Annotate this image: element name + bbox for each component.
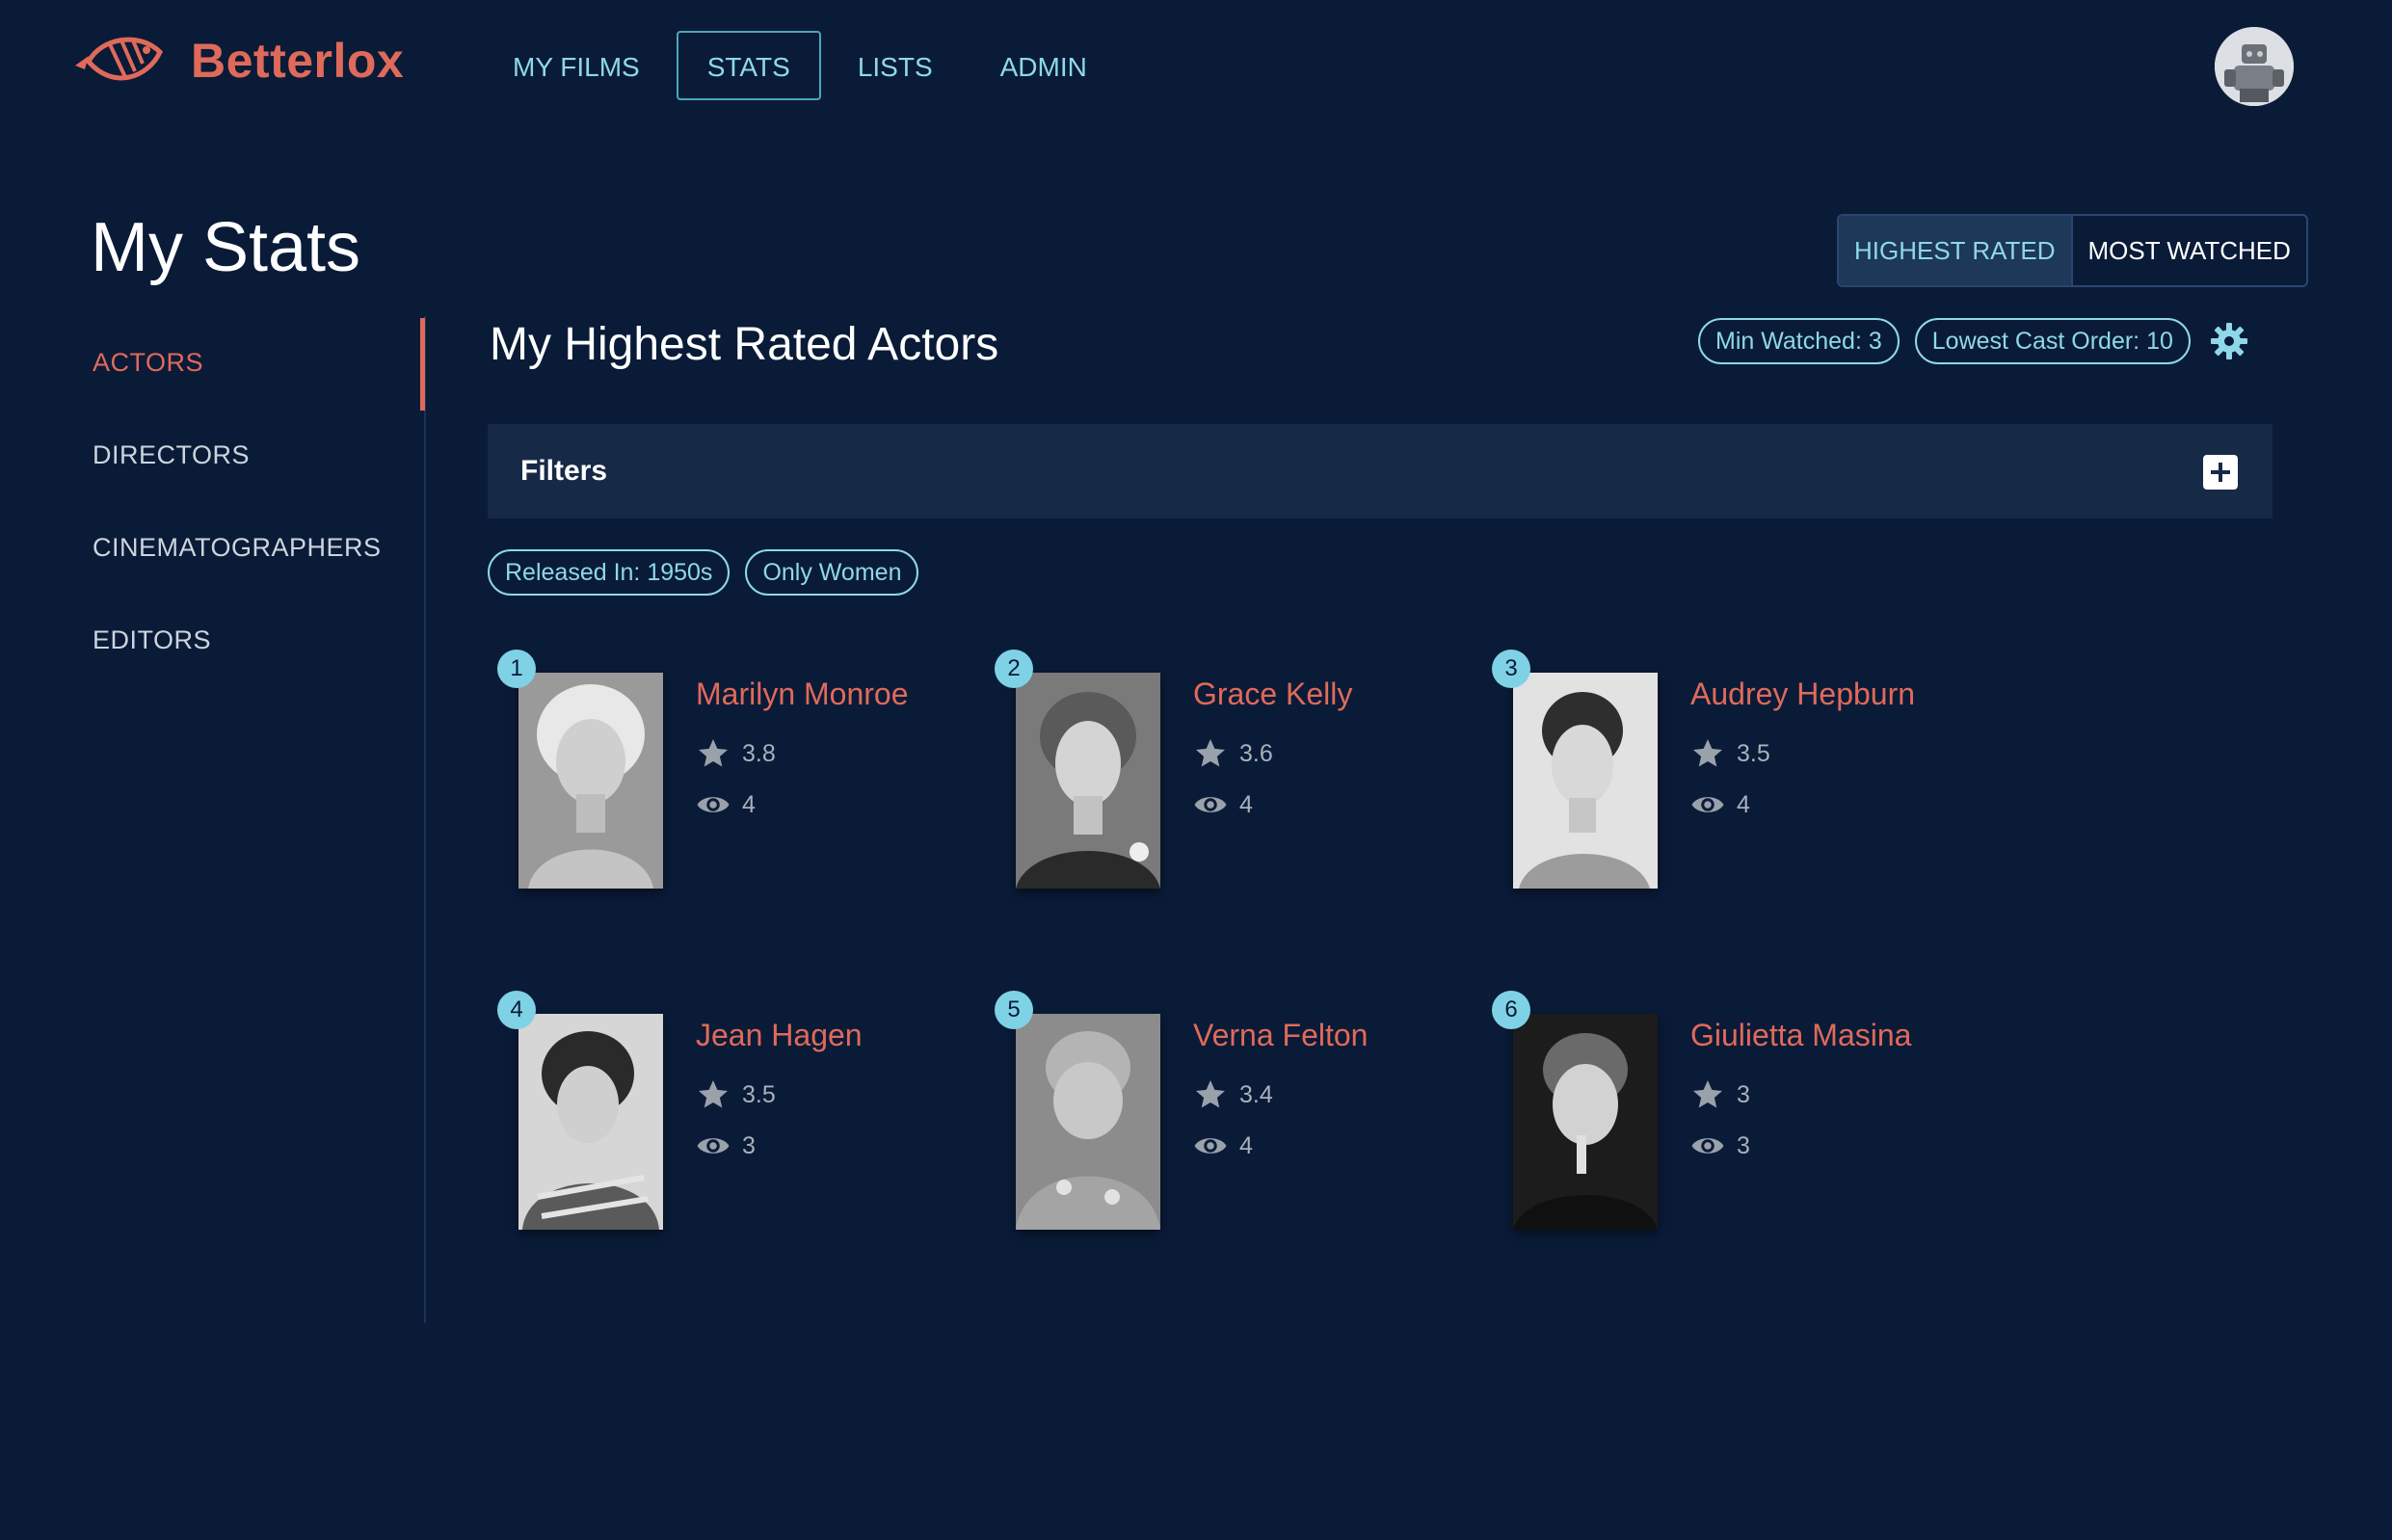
- fish-logo-icon[interactable]: [71, 27, 164, 94]
- watched-count: 4: [742, 790, 756, 818]
- actor-card[interactable]: 5 Verna Felton 3.4 4: [995, 991, 1476, 1241]
- rating-row: 3.5: [1690, 736, 1770, 771]
- rating-row: 3.5: [696, 1077, 776, 1112]
- rating-value: 3.5: [742, 1080, 776, 1108]
- watched-count: 3: [1737, 1131, 1750, 1159]
- stats-sidebar: ACTORS DIRECTORS CINEMATOGRAPHERS EDITOR…: [0, 316, 426, 686]
- actor-photo[interactable]: [1016, 673, 1160, 889]
- rating-value: 3: [1737, 1080, 1750, 1108]
- gear-icon[interactable]: [2210, 322, 2248, 360]
- eye-icon: [1194, 797, 1227, 812]
- sidebar-item-cinematographers[interactable]: CINEMATOGRAPHERS: [0, 501, 426, 594]
- watched-count: 3: [742, 1131, 756, 1159]
- active-filter-chips: Released In: 1950s Only Women: [488, 549, 934, 596]
- actor-photo[interactable]: [518, 673, 663, 889]
- only-women-chip[interactable]: Only Women: [745, 549, 919, 596]
- watched-row: 4: [1193, 1128, 1253, 1163]
- rating-row: 3: [1690, 1077, 1750, 1112]
- actor-name[interactable]: Giulietta Masina: [1690, 1018, 1911, 1053]
- actor-name[interactable]: Audrey Hepburn: [1690, 677, 1915, 712]
- top-navbar: Betterlox MY FILMS STATS LISTS ADMIN: [0, 0, 2392, 135]
- released-in-chip[interactable]: Released In: 1950s: [488, 549, 731, 596]
- watched-row: 3: [696, 1128, 756, 1163]
- filters-label: Filters: [520, 455, 608, 487]
- rating-value: 3.4: [1239, 1080, 1273, 1108]
- actor-card[interactable]: 3 Audrey Hepburn 3.5 4: [1492, 650, 1974, 900]
- nav-my-films[interactable]: MY FILMS: [482, 31, 671, 100]
- settings-chips: Min Watched: 3 Lowest Cast Order: 10: [1698, 318, 2248, 364]
- sidebar-active-indicator: [420, 318, 425, 411]
- eye-icon: [1194, 1138, 1227, 1154]
- rating-value: 3.5: [1737, 739, 1770, 767]
- actor-name[interactable]: Marilyn Monroe: [696, 677, 909, 712]
- watched-row: 4: [696, 787, 756, 822]
- star-icon: [1693, 1080, 1722, 1108]
- rating-row: 3.4: [1193, 1077, 1273, 1112]
- sidebar-divider: [424, 316, 426, 1323]
- actor-photo[interactable]: [518, 1014, 663, 1230]
- actor-card[interactable]: 4 Jean Hagen 3.5 3: [497, 991, 979, 1241]
- eye-icon: [697, 1138, 730, 1154]
- sidebar-item-directors[interactable]: DIRECTORS: [0, 409, 426, 501]
- star-icon: [1196, 739, 1225, 767]
- eye-icon: [697, 797, 730, 812]
- rating-row: 3.6: [1193, 736, 1273, 771]
- rating-row: 3.8: [696, 736, 776, 771]
- rank-badge: 1: [497, 650, 536, 688]
- watched-row: 4: [1690, 787, 1750, 822]
- actor-photo[interactable]: [1016, 1014, 1160, 1230]
- nav-admin[interactable]: ADMIN: [970, 31, 1118, 100]
- eye-icon: [1691, 1138, 1724, 1154]
- actor-photo[interactable]: [1513, 673, 1658, 889]
- rating-value: 3.6: [1239, 739, 1273, 767]
- sort-highest-rated-button[interactable]: HIGHEST RATED: [1839, 216, 2073, 285]
- sort-most-watched-button[interactable]: MOST WATCHED: [2073, 216, 2306, 285]
- watched-row: 3: [1690, 1128, 1750, 1163]
- actor-name[interactable]: Jean Hagen: [696, 1018, 863, 1053]
- sort-toggle-group: HIGHEST RATED MOST WATCHED: [1837, 214, 2308, 287]
- watched-count: 4: [1737, 790, 1750, 818]
- min-watched-chip[interactable]: Min Watched: 3: [1698, 318, 1900, 364]
- watched-count: 4: [1239, 790, 1253, 818]
- eye-icon: [1691, 797, 1724, 812]
- actor-card[interactable]: 2 Grace Kelly 3.6 4: [995, 650, 1476, 900]
- sidebar-item-actors[interactable]: ACTORS: [0, 316, 426, 409]
- actor-card[interactable]: 6 Giulietta Masina 3 3: [1492, 991, 1974, 1241]
- rank-badge: 2: [995, 650, 1033, 688]
- main-nav: MY FILMS STATS LISTS ADMIN: [482, 31, 1124, 100]
- star-icon: [699, 1080, 728, 1108]
- sidebar-item-editors[interactable]: EDITORS: [0, 594, 426, 686]
- rank-badge: 3: [1492, 650, 1530, 688]
- watched-count: 4: [1239, 1131, 1253, 1159]
- actor-name[interactable]: Verna Felton: [1193, 1018, 1368, 1053]
- rank-badge: 6: [1492, 991, 1530, 1029]
- actor-photo[interactable]: [1513, 1014, 1658, 1230]
- section-title: My Highest Rated Actors: [490, 319, 999, 370]
- page-title: My Stats: [91, 209, 361, 286]
- rank-badge: 4: [497, 991, 536, 1029]
- user-avatar[interactable]: [2215, 27, 2294, 106]
- rank-badge: 5: [995, 991, 1033, 1029]
- star-icon: [699, 739, 728, 767]
- star-icon: [1196, 1080, 1225, 1108]
- avatar-robot-icon: [2215, 27, 2294, 106]
- filters-accordion[interactable]: Filters: [488, 424, 2272, 518]
- nav-lists[interactable]: LISTS: [827, 31, 964, 100]
- brand-name[interactable]: Betterlox: [191, 33, 404, 89]
- nav-stats[interactable]: STATS: [676, 31, 821, 100]
- rating-value: 3.8: [742, 739, 776, 767]
- actor-card[interactable]: 1 Marilyn Monroe 3.8 4: [497, 650, 979, 900]
- lowest-cast-order-chip[interactable]: Lowest Cast Order: 10: [1914, 318, 2191, 364]
- actor-name[interactable]: Grace Kelly: [1193, 677, 1352, 712]
- plus-icon[interactable]: [2203, 455, 2238, 490]
- watched-row: 4: [1193, 787, 1253, 822]
- star-icon: [1693, 739, 1722, 767]
